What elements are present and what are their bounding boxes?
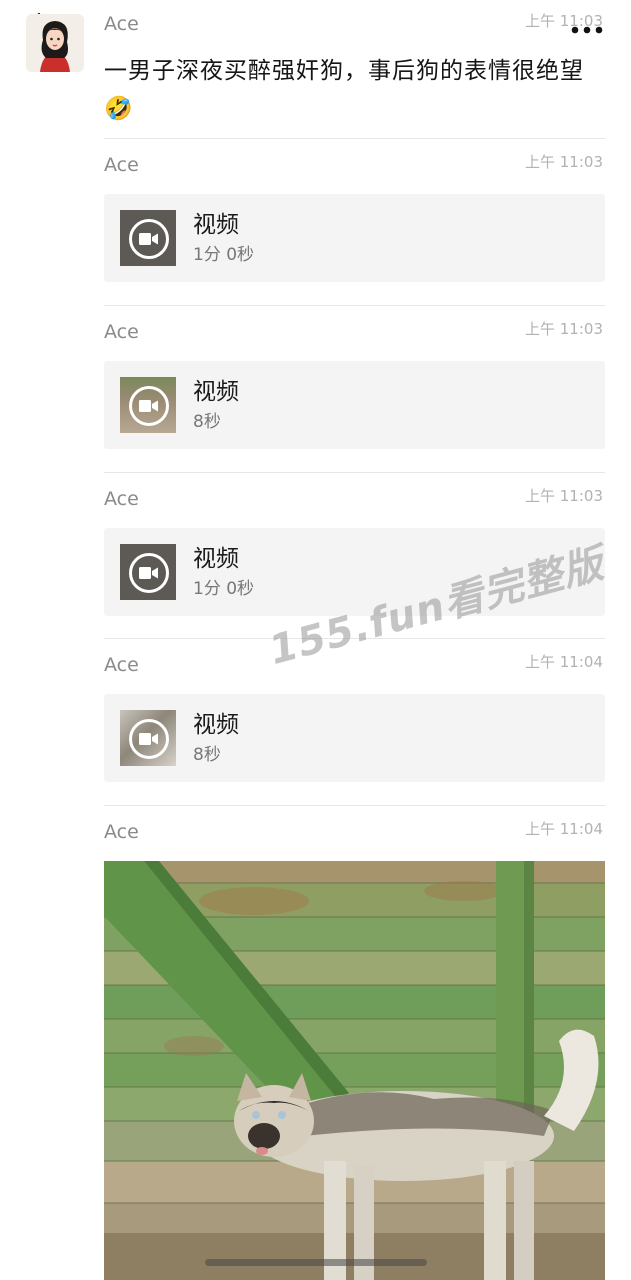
sender-name: Ace bbox=[104, 821, 139, 843]
message-body[interactable]: 一男子深夜买醉强奸狗，事后狗的表情很绝望 🤣 bbox=[104, 52, 584, 128]
video-card[interactable]: 视频 8秒 bbox=[104, 361, 605, 449]
divider bbox=[104, 472, 605, 473]
message-time: 上午 11:03 bbox=[525, 12, 603, 30]
video-card[interactable]: 视频 8秒 bbox=[104, 694, 605, 782]
message-time: 上午 11:03 bbox=[525, 320, 603, 338]
message-text-content: 一男子深夜买醉强奸狗，事后狗的表情很绝望 bbox=[104, 58, 584, 84]
sender-name: Ace bbox=[104, 488, 139, 510]
video-duration: 1分 0秒 bbox=[193, 245, 255, 265]
dog-photo[interactable] bbox=[104, 861, 605, 1280]
video-title: 视频 bbox=[193, 379, 239, 405]
sender-name: Ace bbox=[104, 13, 139, 35]
video-duration: 1分 0秒 bbox=[193, 579, 255, 599]
video-camera-icon bbox=[129, 386, 169, 426]
video-title: 视频 bbox=[193, 712, 239, 738]
divider bbox=[104, 305, 605, 306]
divider bbox=[104, 805, 605, 806]
video-thumbnail bbox=[120, 710, 176, 766]
video-thumbnail bbox=[120, 544, 176, 600]
sender-name: Ace bbox=[104, 154, 139, 176]
video-camera-icon bbox=[129, 553, 169, 593]
avatar[interactable] bbox=[26, 14, 84, 72]
message-time: 上午 11:03 bbox=[525, 153, 603, 171]
video-thumbnail bbox=[120, 210, 176, 266]
video-card[interactable]: 视频 1分 0秒 bbox=[104, 194, 605, 282]
video-duration: 8秒 bbox=[193, 745, 221, 765]
divider bbox=[104, 138, 605, 139]
video-thumbnail bbox=[120, 377, 176, 433]
video-camera-icon bbox=[129, 219, 169, 259]
message-time: 上午 11:03 bbox=[525, 487, 603, 505]
video-duration: 8秒 bbox=[193, 412, 221, 432]
sender-name: Ace bbox=[104, 321, 139, 343]
message-time: 上午 11:04 bbox=[525, 820, 603, 838]
video-camera-icon bbox=[129, 719, 169, 759]
laughing-emoji-icon: 🤣 bbox=[104, 96, 134, 122]
home-indicator[interactable] bbox=[205, 1259, 427, 1266]
message-time: 上午 11:04 bbox=[525, 653, 603, 671]
video-title: 视频 bbox=[193, 546, 239, 572]
sender-name: Ace bbox=[104, 654, 139, 676]
video-title: 视频 bbox=[193, 212, 239, 238]
